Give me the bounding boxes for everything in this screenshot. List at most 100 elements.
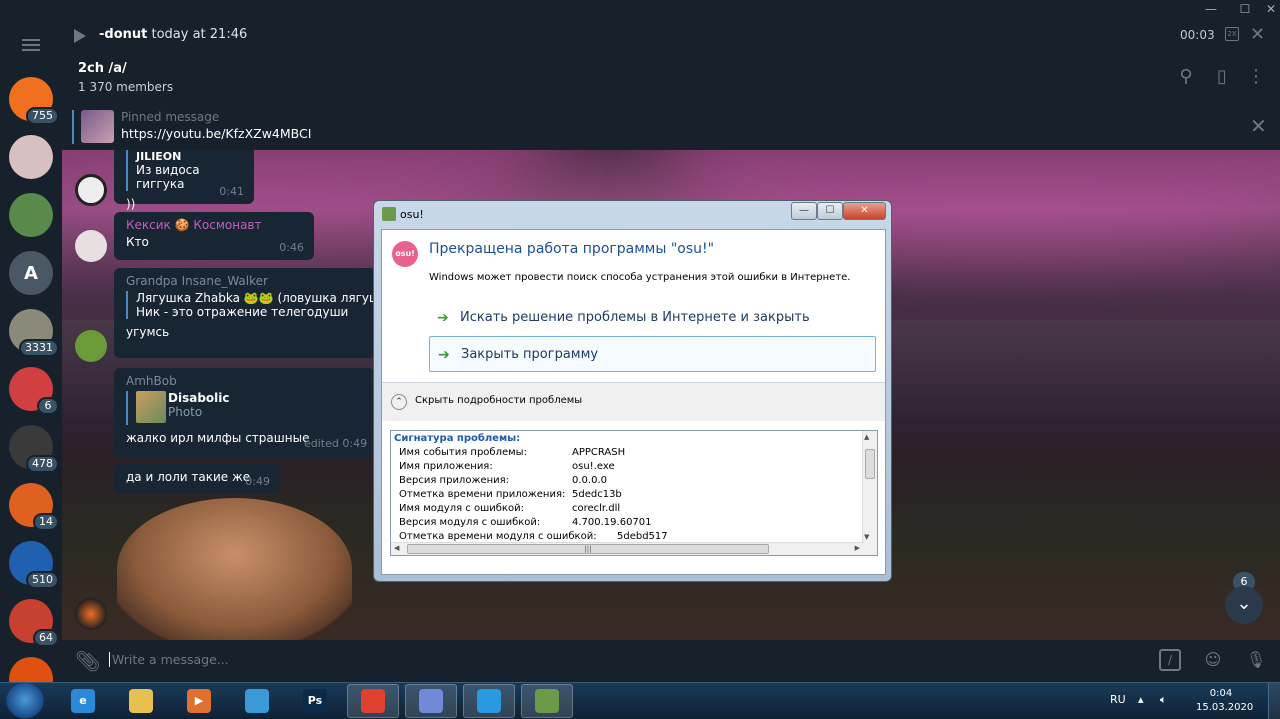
sender-name[interactable]: Grandpa Insane_Walker	[126, 274, 364, 288]
sender-name[interactable]: AmhBob	[126, 374, 362, 388]
sender-name[interactable]: Кексик 🍪 Космонавт	[126, 218, 302, 232]
message-bubble: Grandpa Insane_Walker Лягушка Zhabka 🐸🐸 …	[114, 268, 376, 358]
message-time: 0:49	[245, 475, 270, 488]
playback-speed-button[interactable]: 2X	[1225, 27, 1239, 41]
search-icon[interactable]: ⚲	[1175, 66, 1197, 88]
chat-list-item[interactable]: 478	[9, 425, 59, 473]
chat-list-item[interactable]	[9, 657, 53, 682]
chat-list-item[interactable]: A	[9, 251, 53, 295]
chat-avatar	[9, 657, 53, 682]
play-icon[interactable]	[74, 29, 86, 43]
chat-list-item[interactable]	[9, 193, 53, 237]
quote-text: Ник - это отражение телегодуши	[136, 305, 349, 319]
language-indicator[interactable]: RU	[1110, 693, 1126, 706]
dialog-subtext: Windows может провести поиск способа уст…	[429, 272, 851, 283]
taskbar-app-chrome[interactable]	[347, 684, 399, 718]
microphone-icon[interactable]: 🎙︎	[1245, 649, 1267, 671]
player-close-icon[interactable]: ✕	[1250, 24, 1265, 45]
chat-list-item[interactable]: 3331	[9, 309, 59, 357]
sidebar-toggle-icon[interactable]: ▯	[1211, 66, 1233, 88]
emoji-icon[interactable]: ☺	[1202, 649, 1224, 671]
scroll-thumb[interactable]: |||	[407, 544, 769, 554]
taskbar-app-osu[interactable]	[521, 684, 573, 718]
avatar[interactable]	[75, 174, 107, 206]
dialog-minimize-button[interactable]: —	[791, 202, 817, 220]
telegram-icon	[477, 689, 501, 713]
scroll-left-icon[interactable]: ◀	[394, 544, 399, 552]
menu-icon[interactable]	[22, 39, 40, 51]
horizontal-scrollbar[interactable]: ◀ ||| ▶	[391, 542, 864, 555]
detail-label: Имя модуля с ошибкой:	[399, 503, 524, 514]
details-toggle-label[interactable]: Скрыть подробности проблемы	[415, 395, 582, 406]
signature-title: Сигнатура проблемы:	[394, 433, 521, 444]
chat-list-item[interactable]: 510	[9, 541, 59, 589]
scroll-up-icon[interactable]: ▲	[864, 433, 869, 441]
taskbar-app-ie[interactable]: e	[57, 684, 109, 718]
scroll-down-icon[interactable]: ▼	[864, 533, 869, 541]
arrow-icon: ➔	[438, 347, 450, 363]
unread-count-badge: 755	[26, 107, 59, 125]
close-program-option[interactable]: ➔ Закрыть программу	[429, 336, 876, 372]
avatar[interactable]	[75, 598, 107, 630]
chat-list-item[interactable]: 64	[9, 599, 59, 647]
search-solution-option[interactable]: ➔ Искать решение проблемы в Интернете и з…	[429, 300, 876, 361]
chevron-up-icon[interactable]: ⌃	[391, 394, 407, 410]
windows-taskbar: e ▶ Ps RU ▴ 🔈︎ 0:04 15.03.2020	[0, 682, 1280, 719]
commands-icon[interactable]: /	[1159, 649, 1181, 671]
now-playing[interactable]: -donut today at 21:46	[99, 27, 247, 42]
pinned-close-icon[interactable]: ✕	[1250, 114, 1267, 138]
detail-value: coreclr.dll	[572, 503, 621, 514]
scroll-thumb[interactable]	[865, 449, 875, 479]
detail-label: Отметка времени приложения:	[399, 489, 566, 500]
dialog-maximize-button[interactable]: ☐	[817, 202, 843, 220]
detail-label: Версия приложения:	[399, 475, 510, 486]
sticker-image[interactable]	[117, 498, 352, 640]
chat-list-item[interactable]	[9, 135, 53, 179]
taskbar-app-explorer[interactable]	[115, 684, 167, 718]
clock[interactable]: 0:04 15.03.2020	[1196, 687, 1253, 715]
message-input[interactable]: Write a message...	[109, 652, 229, 667]
window-close-icon[interactable]: ✕	[1259, 2, 1280, 20]
chat-title[interactable]: 2ch /a/	[78, 61, 127, 76]
scroll-right-icon[interactable]: ▶	[855, 544, 860, 552]
vertical-scrollbar[interactable]: ▲ ▼	[862, 431, 877, 555]
scroll-down-button[interactable]: ⌄	[1225, 586, 1263, 624]
reply-quote[interactable]: Disabolic Photo	[126, 391, 362, 425]
arrow-icon: ➔	[437, 310, 449, 326]
volume-icon[interactable]: 🔈︎	[1160, 693, 1167, 707]
chat-avatar: A	[9, 251, 53, 295]
dialog-body: osu! Прекращена работа программы "osu!" …	[381, 229, 886, 575]
taskbar-app-photoshop[interactable]: Ps	[289, 684, 341, 718]
unread-count-badge: 64	[33, 629, 59, 647]
show-desktop-button[interactable]	[1268, 683, 1280, 719]
chat-list-sidebar: 755 A 3331 6 478 14 510 64	[0, 0, 62, 682]
message-text: Кто	[126, 235, 149, 249]
minimize-icon[interactable]: —	[1199, 2, 1223, 20]
taskbar-app-discord[interactable]	[405, 684, 457, 718]
tray-expand-icon[interactable]: ▴	[1138, 693, 1144, 706]
taskbar-app-telegram[interactable]	[463, 684, 515, 718]
avatar[interactable]	[75, 230, 107, 262]
attach-icon[interactable]: 📎︎	[75, 649, 100, 673]
pinned-title: Pinned message	[121, 110, 220, 124]
pinned-message-bar[interactable]: Pinned message https://youtu.be/KfzXZw4M…	[62, 104, 1280, 150]
chat-list-item[interactable]: 14	[9, 483, 59, 531]
unread-count-badge: 510	[26, 571, 59, 589]
dialog-close-button[interactable]: ✕	[843, 202, 886, 220]
chat-list-item[interactable]: 6	[9, 367, 59, 415]
reply-quote[interactable]: Лягушка Zhabka 🐸🐸 (ловушка лягушка) Ник …	[126, 291, 376, 319]
taskbar-app-media-player[interactable]: ▶	[173, 684, 225, 718]
detail-value: APPCRASH	[572, 447, 626, 458]
player-time: 00:03	[1180, 28, 1215, 42]
chat-list-item[interactable]: 755	[9, 77, 59, 125]
problem-details-box[interactable]: Сигнатура проблемы: Имя события проблемы…	[390, 430, 878, 556]
maximize-icon[interactable]: ☐	[1233, 2, 1257, 20]
avatar[interactable]	[75, 330, 107, 362]
more-icon[interactable]: ⋮	[1245, 66, 1267, 88]
taskbar-app-headset[interactable]	[231, 684, 283, 718]
quote-thumbnail	[136, 391, 166, 423]
start-button[interactable]	[6, 683, 44, 719]
detail-value: 0.0.0.0	[572, 475, 607, 486]
detail-value: osu!.exe	[572, 461, 615, 472]
unread-count-badge: 6	[37, 397, 59, 415]
